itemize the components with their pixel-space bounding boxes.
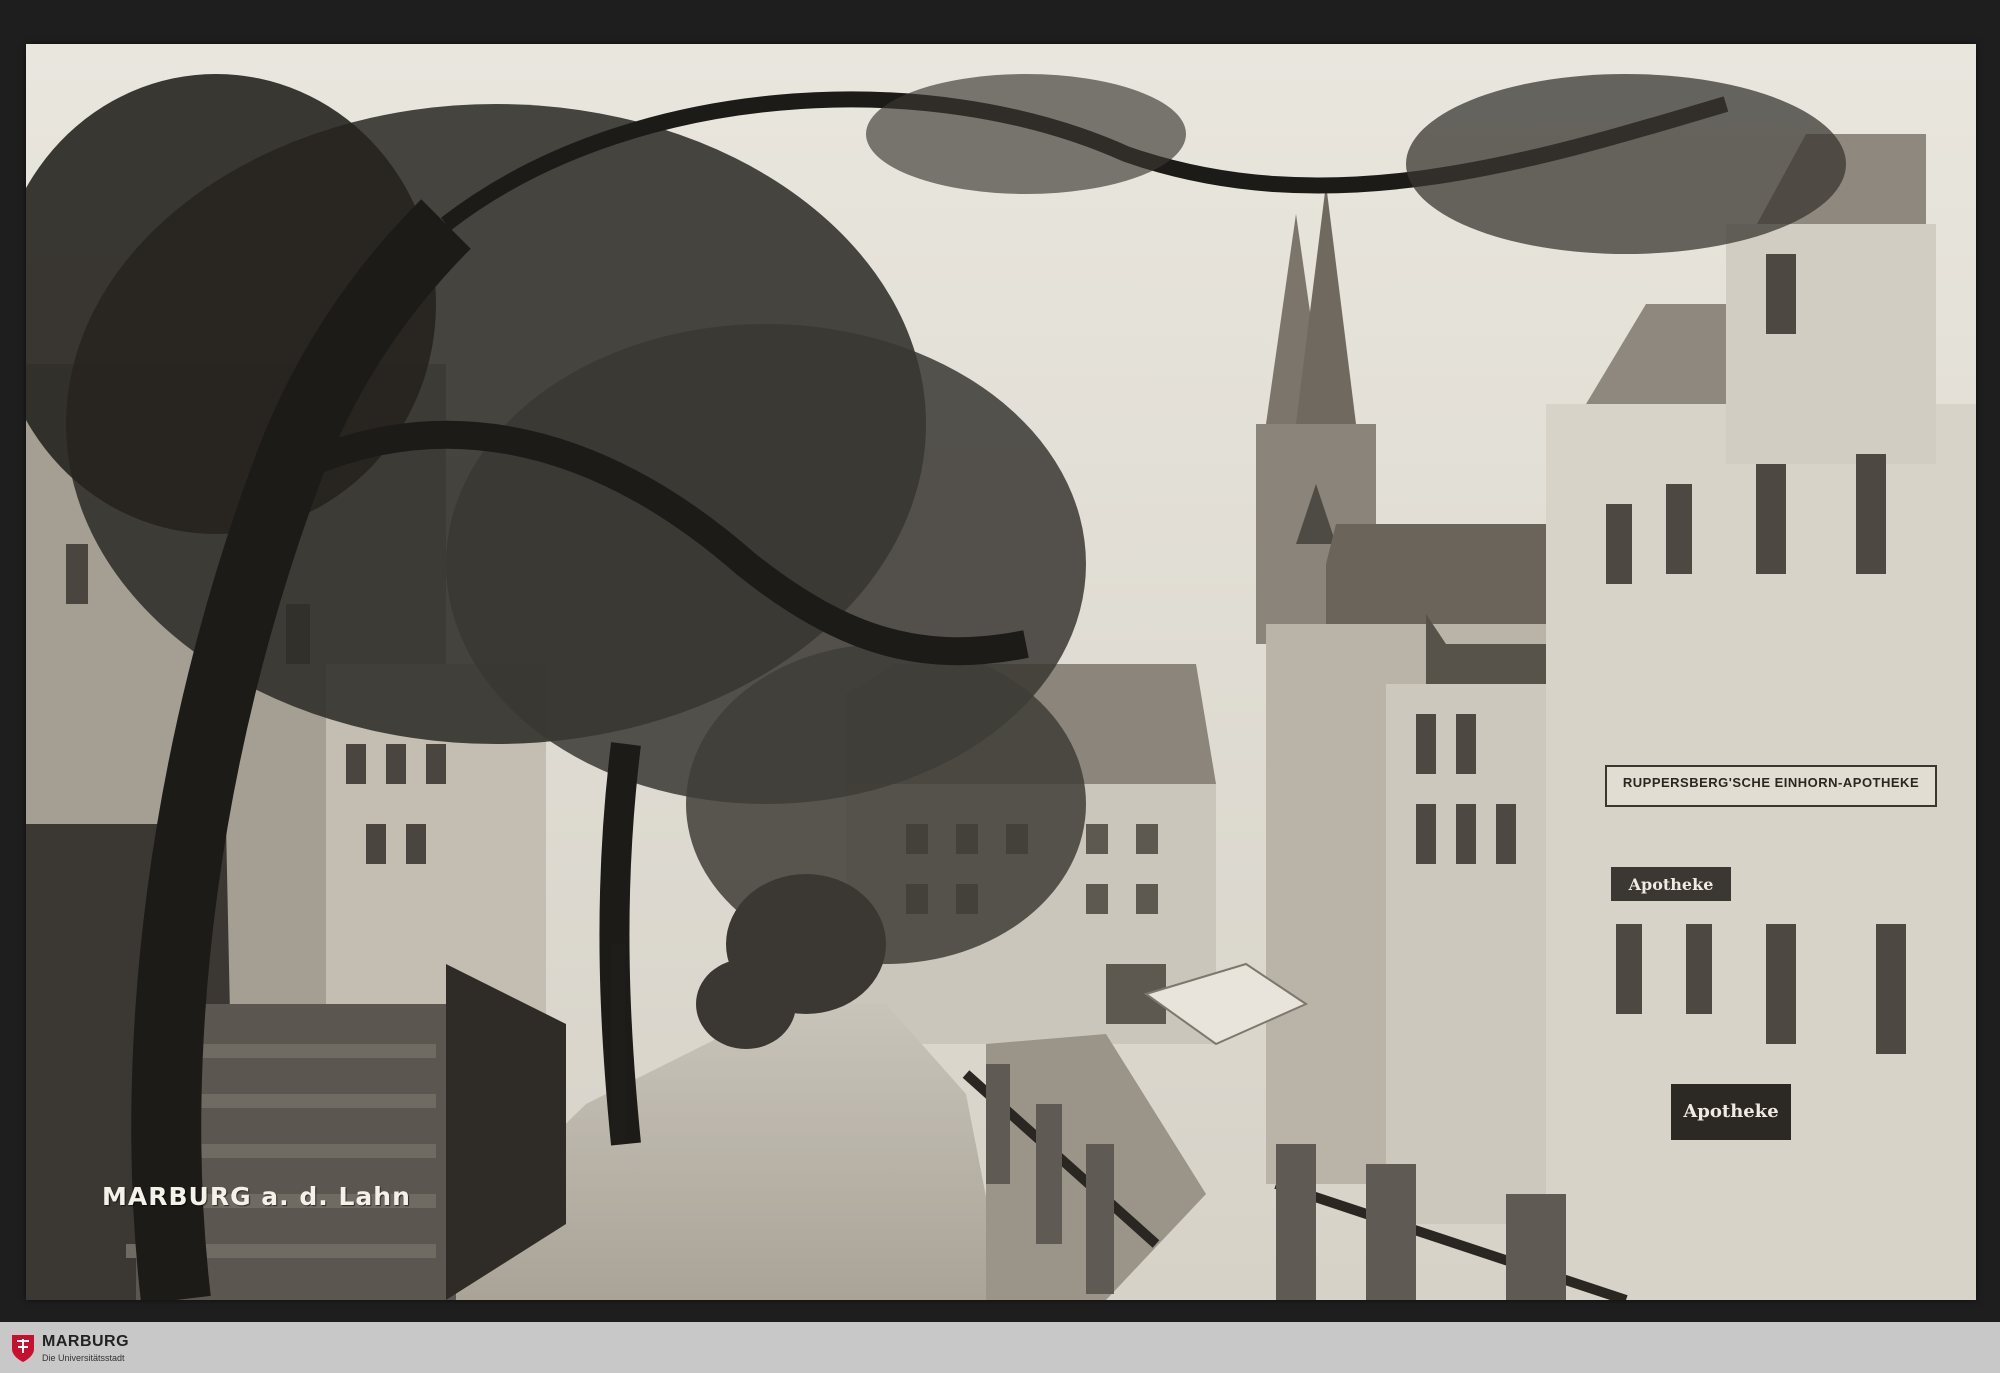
pharmacy-facade-sign: RUPPERSBERG'SCHE EINHORN-APOTHEKE (1622, 775, 1920, 790)
pharmacy-hanging-sign-upper: Apotheke (1628, 875, 1714, 894)
footer-city-name: MARBURG (42, 1333, 130, 1350)
postcard-caption: MARBURG a. d. Lahn (102, 1182, 411, 1211)
footer-tagline: Die Universitätsstadt (42, 1353, 125, 1363)
marburg-crest-icon (12, 1335, 34, 1362)
postcard: MARBURG a. d. Lahn RUPPERSBERG'SCHE EINH… (26, 44, 1976, 1300)
footer-bar: MARBURG Die Universitätsstadt (0, 1322, 2000, 1373)
pharmacy-hanging-sign-lower: Apotheke (1683, 1101, 1779, 1122)
